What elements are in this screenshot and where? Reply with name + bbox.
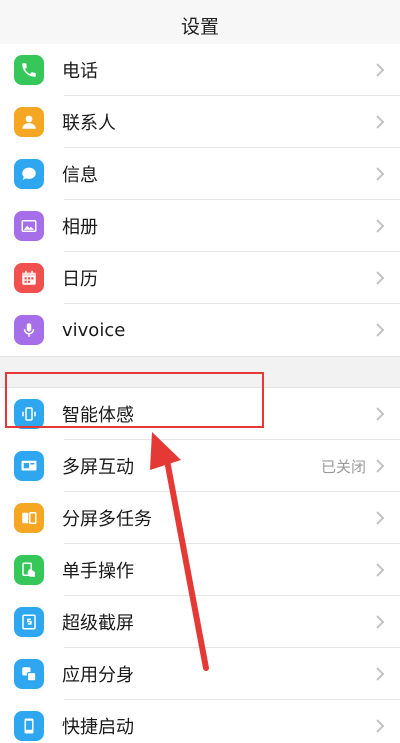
settings-item-multi-screen[interactable]: 多屏互动 已关闭 — [0, 440, 400, 492]
chevron-right-icon — [376, 615, 385, 629]
settings-item-super-screenshot[interactable]: 超级截屏 — [0, 596, 400, 648]
settings-list: 电话 联系人 信息 相册 日历 vivoice 智能体感 多屏互动 已关闭 分屏… — [0, 44, 400, 743]
settings-item-label: 快捷启动 — [62, 717, 134, 738]
settings-item-label: 超级截屏 — [62, 613, 134, 634]
chevron-right-icon — [376, 323, 385, 337]
chevron-right-icon — [376, 667, 385, 681]
chevron-right-icon — [376, 115, 385, 129]
microphone-icon — [14, 315, 44, 345]
phone-icon — [14, 55, 44, 85]
split-screen-icon — [14, 503, 44, 533]
settings-item-label: 电话 — [62, 61, 98, 82]
settings-item-one-hand[interactable]: 单手操作 — [0, 544, 400, 596]
settings-item-split-screen[interactable]: 分屏多任务 — [0, 492, 400, 544]
contacts-icon — [14, 107, 44, 137]
quick-launch-icon — [14, 711, 44, 741]
chevron-right-icon — [376, 459, 385, 473]
settings-item-smart-motion[interactable]: 智能体感 — [0, 388, 400, 440]
settings-item-label: 相册 — [62, 217, 98, 238]
settings-item-label: 应用分身 — [62, 665, 134, 686]
settings-item-label: 多屏互动 — [62, 457, 134, 478]
message-icon — [14, 159, 44, 189]
chevron-right-icon — [376, 407, 385, 421]
chevron-right-icon — [376, 563, 385, 577]
album-icon — [14, 211, 44, 241]
settings-item-label: 日历 — [62, 269, 98, 290]
settings-item-label: 联系人 — [62, 113, 116, 134]
chevron-right-icon — [376, 511, 385, 525]
one-hand-icon — [14, 555, 44, 585]
settings-item-messages[interactable]: 信息 — [0, 148, 400, 200]
settings-item-vivoice[interactable]: vivoice — [0, 304, 400, 356]
settings-item-label: 单手操作 — [62, 561, 134, 582]
chevron-right-icon — [376, 63, 385, 77]
app-clone-icon — [14, 659, 44, 689]
multi-screen-icon — [14, 451, 44, 481]
chevron-right-icon — [376, 219, 385, 233]
status-text: 已关闭 — [320, 457, 366, 476]
settings-item-label: 智能体感 — [62, 405, 134, 426]
settings-screen: 设置 电话 联系人 信息 相册 日历 vivoice 智能体感 多屏互动 已关闭… — [0, 0, 400, 743]
settings-item-label: vivoice — [62, 319, 126, 341]
chevron-right-icon — [376, 271, 385, 285]
settings-item-album[interactable]: 相册 — [0, 200, 400, 252]
chevron-right-icon — [376, 167, 385, 181]
chevron-right-icon — [376, 719, 385, 733]
settings-item-quick-launch[interactable]: 快捷启动 — [0, 700, 400, 743]
calendar-icon — [14, 263, 44, 293]
settings-item-calendar[interactable]: 日历 — [0, 252, 400, 304]
settings-item-app-clone[interactable]: 应用分身 — [0, 648, 400, 700]
settings-item-label: 信息 — [62, 165, 98, 186]
settings-item-contacts[interactable]: 联系人 — [0, 96, 400, 148]
screenshot-icon — [14, 607, 44, 637]
smart-motion-icon — [14, 399, 44, 429]
page-title: 设置 — [180, 16, 219, 38]
settings-item-phone[interactable]: 电话 — [0, 44, 400, 96]
settings-item-label: 分屏多任务 — [62, 509, 152, 530]
section-divider — [0, 356, 400, 388]
